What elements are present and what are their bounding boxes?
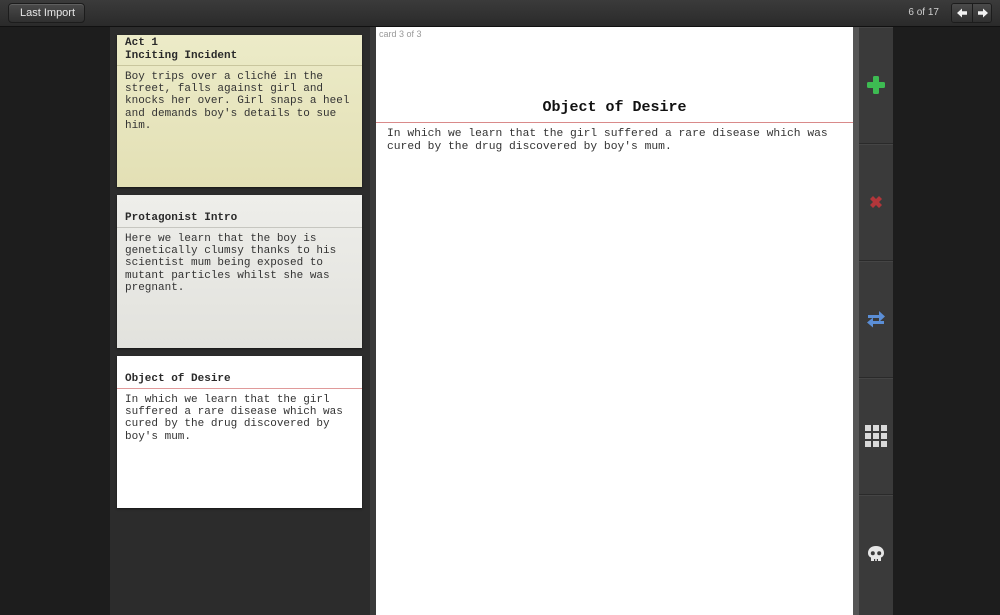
back-button-label: Last Import <box>20 7 76 19</box>
detail-title[interactable]: Object of Desire <box>376 99 853 123</box>
next-button[interactable] <box>972 4 991 22</box>
card-protagonist-intro[interactable]: Protagonist Intro Here we learn that the… <box>117 195 362 348</box>
previous-button[interactable] <box>952 4 972 22</box>
toolbar <box>859 27 893 615</box>
swap-icon <box>866 309 886 329</box>
grid-view-button[interactable] <box>859 378 893 495</box>
skull-button[interactable] <box>859 495 893 612</box>
card-position-label: card 3 of 3 <box>379 29 422 39</box>
right-gutter <box>893 27 1000 615</box>
card-title-text: Protagonist Intro <box>125 212 238 224</box>
card-object-of-desire[interactable]: Object of Desire In which we learn that … <box>117 356 362 508</box>
detail-body[interactable]: In which we learn that the girl suffered… <box>387 128 847 154</box>
card-title-text: Inciting Incident <box>125 50 238 62</box>
page-indicator: 6 of 17 <box>908 7 939 18</box>
card-body: Boy trips over a cliché in the street, f… <box>125 71 350 132</box>
card-title-text: Object of Desire <box>125 373 231 385</box>
add-card-button[interactable] <box>859 27 893 144</box>
delete-card-button[interactable] <box>859 144 893 261</box>
arrow-right-icon <box>973 8 991 22</box>
card-body: Here we learn that the boy is geneticall… <box>125 233 337 294</box>
card-title: Act 1 Inciting Incident <box>117 35 362 66</box>
card-detail: card 3 of 3 Object of Desire In which we… <box>376 27 853 615</box>
card-body: In which we learn that the girl suffered… <box>125 394 343 443</box>
left-gutter <box>0 27 110 615</box>
card-title: Object of Desire <box>117 356 362 389</box>
card-title: Protagonist Intro <box>117 195 362 228</box>
card-inciting-incident[interactable]: Act 1 Inciting Incident Boy trips over a… <box>117 35 362 187</box>
add-icon <box>867 76 885 94</box>
swap-cards-button[interactable] <box>859 261 893 378</box>
card-act-label: Act 1 <box>125 37 159 49</box>
grid-icon <box>865 425 887 447</box>
page-navigation <box>951 3 992 23</box>
delete-icon <box>868 194 884 210</box>
back-button[interactable]: Last Import <box>8 3 86 23</box>
arrow-left-icon <box>952 8 972 22</box>
top-bar: Last Import 6 of 17 <box>0 0 1000 27</box>
card-list: Act 1 Inciting Incident Boy trips over a… <box>110 27 370 615</box>
skull-icon <box>867 545 885 563</box>
